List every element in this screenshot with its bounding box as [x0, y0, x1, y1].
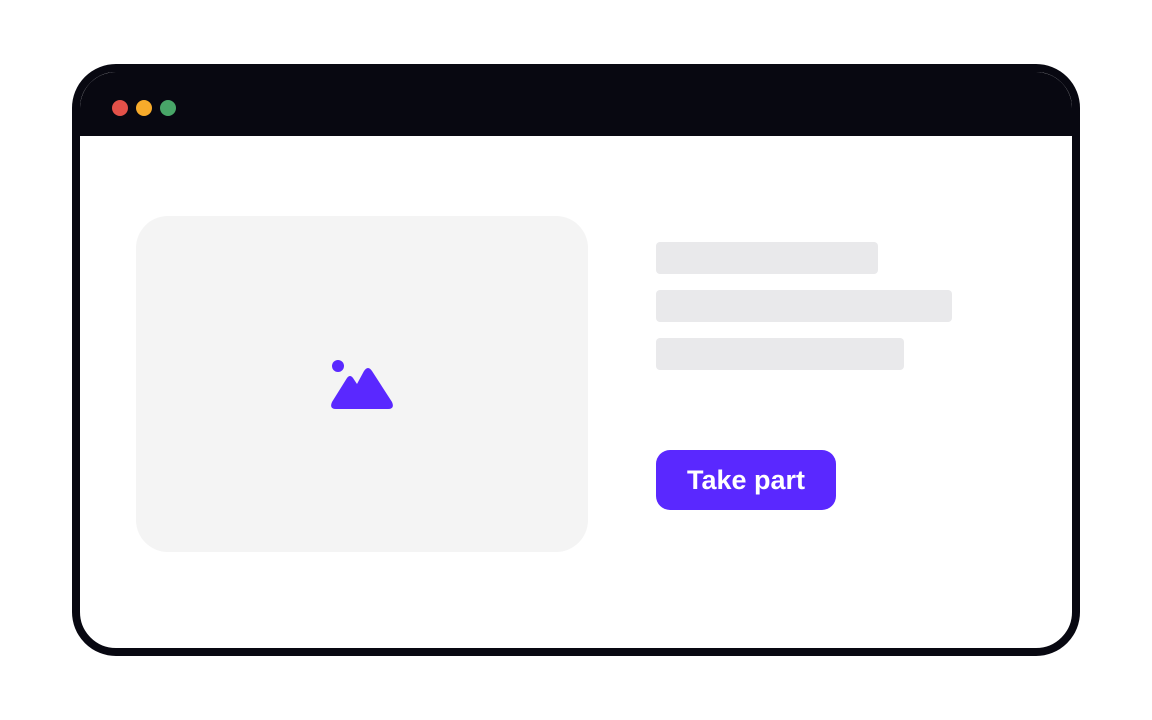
text-placeholder-line	[656, 338, 904, 370]
maximize-window-button[interactable]	[160, 100, 176, 116]
image-placeholder	[136, 216, 588, 552]
minimize-window-button[interactable]	[136, 100, 152, 116]
take-part-button[interactable]: Take part	[656, 450, 836, 510]
text-placeholder-line	[656, 242, 878, 274]
browser-window: Take part	[72, 64, 1080, 656]
image-icon	[331, 360, 393, 409]
title-bar	[80, 72, 1072, 136]
text-placeholder-line	[656, 290, 952, 322]
close-window-button[interactable]	[112, 100, 128, 116]
